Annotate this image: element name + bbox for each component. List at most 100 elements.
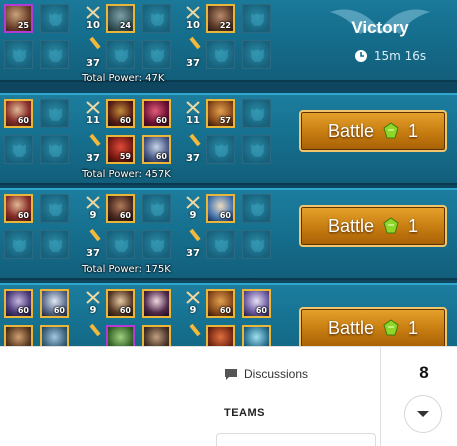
- champion-slot[interactable]: 60: [106, 99, 135, 128]
- discussions-link[interactable]: Discussions: [224, 367, 308, 381]
- champion-slot[interactable]: 60: [40, 289, 69, 318]
- battle-result: Victory 15m 16s: [320, 2, 440, 68]
- empty-slot: [4, 40, 33, 69]
- team-card[interactable]: [216, 433, 376, 446]
- champion-slot[interactable]: 60: [4, 194, 33, 223]
- champion-level: 60: [119, 116, 131, 125]
- empty-slot-helmet-icon: [251, 144, 264, 157]
- champion-slot[interactable]: 60: [142, 135, 171, 164]
- crossed-swords-icon: [186, 6, 200, 19]
- team-stat-bottom: 37: [186, 153, 200, 164]
- empty-slot-helmet-icon: [151, 239, 164, 252]
- key-icon: [89, 323, 101, 337]
- arena-opponent-row: 60 60 9 60 9 60 60 Battle 1: [0, 283, 457, 346]
- key-icon: [89, 36, 101, 50]
- champion-portrait: [144, 291, 169, 316]
- team-stat-top: 9: [89, 210, 97, 221]
- battle-button[interactable]: Battle 1: [299, 110, 447, 152]
- empty-slot: [40, 194, 69, 223]
- arena-opponent-row: 60 11 37 60 60 59 60 11 37 57 Total Powe…: [0, 93, 457, 185]
- champion-slot[interactable]: [242, 325, 271, 346]
- champion-slot[interactable]: [40, 325, 69, 346]
- empty-slot: [4, 230, 33, 259]
- crossed-swords-icon: [186, 291, 200, 304]
- empty-slot: [142, 40, 171, 69]
- empty-slot: [206, 230, 235, 259]
- champion-level: 22: [219, 21, 231, 30]
- empty-slot-helmet-icon: [215, 239, 228, 252]
- empty-slot-helmet-icon: [215, 144, 228, 157]
- team-stat-top: 11: [86, 115, 100, 126]
- battle-button[interactable]: Battle 1: [299, 205, 447, 247]
- empty-slot-helmet-icon: [251, 239, 264, 252]
- empty-slot-helmet-icon: [49, 144, 62, 157]
- empty-slot: [142, 4, 171, 33]
- empty-slot: [142, 230, 171, 259]
- crossed-swords-icon: [86, 291, 100, 304]
- empty-slot: [242, 99, 271, 128]
- battle-cost: 1: [408, 317, 419, 338]
- champion-slot[interactable]: [206, 325, 235, 346]
- champion-slot[interactable]: 24: [106, 4, 135, 33]
- downvote-button[interactable]: [404, 395, 442, 433]
- champion-slot[interactable]: 60: [4, 99, 33, 128]
- victory-label: Victory: [351, 18, 409, 37]
- champion-level: 60: [155, 152, 167, 161]
- champion-level: 25: [17, 21, 29, 30]
- champion-slot[interactable]: 60: [106, 194, 135, 223]
- gem-icon: [383, 217, 399, 234]
- empty-slot-helmet-icon: [49, 203, 62, 216]
- champion-slot[interactable]: 22: [206, 4, 235, 33]
- vote-count: 8: [419, 363, 429, 382]
- battle-button-label: Battle: [327, 120, 374, 141]
- champion-slot[interactable]: 60: [206, 289, 235, 318]
- champion-level: 57: [219, 116, 231, 125]
- champion-slot[interactable]: 25: [4, 4, 33, 33]
- empty-slot: [242, 4, 271, 33]
- gem-icon: [383, 122, 399, 139]
- battle-button[interactable]: Battle 1: [299, 307, 447, 346]
- screen: 25 10 37 24 10 37 22 Total Power: 47K Vi…: [0, 0, 457, 446]
- key-icon: [89, 133, 101, 147]
- empty-slot: [206, 135, 235, 164]
- battle-time-text: 15m 16s: [373, 49, 427, 63]
- champion-level: 60: [219, 211, 231, 220]
- battle-cost: 1: [408, 215, 419, 236]
- champion-slot[interactable]: [4, 325, 33, 346]
- champion-slot[interactable]: 57: [206, 99, 235, 128]
- champion-slot[interactable]: 60: [4, 289, 33, 318]
- empty-slot: [40, 230, 69, 259]
- empty-slot-helmet-icon: [151, 49, 164, 62]
- crossed-swords-icon: [86, 6, 100, 19]
- arena-opponent-row: 60 9 37 60 9 37 60 Total Power: 175K Bat…: [0, 188, 457, 280]
- champion-portrait: [108, 327, 133, 346]
- forum-page: Discussions TEAMS 8: [0, 346, 457, 446]
- champion-level: 60: [53, 306, 65, 315]
- key-icon: [189, 228, 201, 242]
- key-icon: [189, 36, 201, 50]
- crossed-swords-icon: [186, 196, 200, 209]
- empty-slot-helmet-icon: [151, 203, 164, 216]
- chat-bubble-icon: [225, 368, 237, 380]
- key-icon: [89, 228, 101, 242]
- champion-slot[interactable]: 60: [106, 289, 135, 318]
- empty-slot: [106, 230, 135, 259]
- champion-slot[interactable]: [106, 325, 135, 346]
- arena-panel: 25 10 37 24 10 37 22 Total Power: 47K Vi…: [0, 0, 457, 346]
- team-stat-top: 11: [186, 115, 200, 126]
- team-stat-top: 9: [189, 305, 197, 316]
- team-stat-bottom: 37: [86, 248, 100, 259]
- discussions-label: Discussions: [244, 367, 309, 381]
- champion-slot[interactable]: [142, 325, 171, 346]
- champion-slot[interactable]: 59: [106, 135, 135, 164]
- champion-slot[interactable]: 60: [242, 289, 271, 318]
- champion-slot[interactable]: 60: [206, 194, 235, 223]
- empty-slot: [142, 194, 171, 223]
- team-stat-bottom: 37: [86, 58, 100, 69]
- crossed-swords-icon: [86, 196, 100, 209]
- champion-slot[interactable]: 60: [142, 99, 171, 128]
- team-stat-top: 9: [189, 210, 197, 221]
- empty-slot: [106, 40, 135, 69]
- champion-slot[interactable]: [142, 289, 171, 318]
- key-icon: [189, 133, 201, 147]
